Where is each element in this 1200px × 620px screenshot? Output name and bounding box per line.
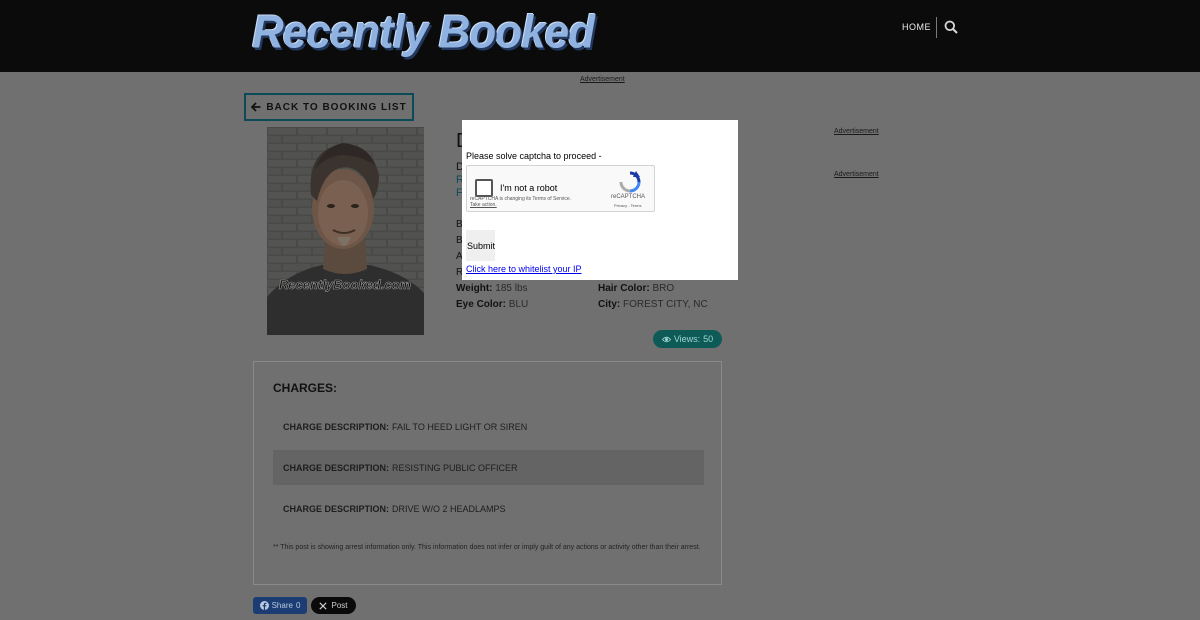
- hair-color-value: BRO: [652, 283, 675, 294]
- eye-color-value: BLU: [508, 299, 529, 310]
- facebook-share-button[interactable]: Share 0: [253, 597, 307, 614]
- city-field: City: FOREST CITY, NC: [598, 299, 708, 310]
- arrow-left-icon: [251, 102, 261, 112]
- mugshot-watermark: RecentlyBooked.com: [279, 277, 412, 292]
- eye-icon: [661, 336, 671, 342]
- x-post-label: Post: [331, 601, 348, 610]
- charges-panel: CHARGES: CHARGE DESCRIPTION: FAIL TO HEE…: [253, 361, 722, 585]
- hair-color-label: Hair Color:: [598, 283, 650, 294]
- charges-title: CHARGES:: [273, 381, 338, 395]
- hair-color-field: Hair Color: BRO: [598, 283, 674, 294]
- site-logo[interactable]: Recently Booked: [252, 7, 595, 60]
- weight-value: 185 lbs: [495, 283, 528, 294]
- charge-row: CHARGE DESCRIPTION: DRIVE W/O 2 HEADLAMP…: [273, 491, 704, 526]
- recaptcha-label: I'm not a robot: [500, 183, 558, 193]
- x-logo-icon: [319, 601, 328, 610]
- views-badge: Views: 50: [653, 330, 722, 348]
- site-header: Recently Booked HOME: [0, 0, 1200, 72]
- recaptcha-brand: reCAPTCHA: [611, 194, 646, 200]
- captcha-modal: Please solve captcha to proceed - I'm no…: [462, 120, 738, 280]
- recaptcha-widget: I'm not a robot reCAPTCHA is changing it…: [466, 165, 655, 212]
- charge-description-label: CHARGE DESCRIPTION:: [283, 421, 390, 432]
- views-label: Views:: [673, 334, 701, 344]
- mugshot-photo: RecentlyBooked.com: [267, 127, 424, 335]
- x-post-button[interactable]: Post: [311, 597, 356, 614]
- charge-description-value: RESISTING PUBLIC OFFICER: [392, 462, 518, 473]
- facebook-share-count: 0: [295, 601, 301, 610]
- facebook-share-label: Share: [271, 601, 293, 610]
- nav-divider: [936, 17, 937, 38]
- eye-color-field: Eye Color: BLU: [456, 299, 528, 310]
- advertisement-label-side-2[interactable]: Advertisement: [834, 171, 879, 178]
- views-count: 50: [703, 334, 714, 344]
- recaptcha-notice: reCAPTCHA is changing its Terms of Servi…: [470, 196, 571, 208]
- search-icon[interactable]: [944, 20, 958, 34]
- back-to-booking-list-button[interactable]: BACK TO BOOKING LIST: [244, 93, 414, 121]
- charge-row: CHARGE DESCRIPTION: RESISTING PUBLIC OFF…: [273, 450, 704, 485]
- captcha-submit-button[interactable]: Submit: [466, 230, 495, 261]
- city-label: City:: [598, 299, 621, 310]
- weight-field: Weight: 185 lbs: [456, 283, 528, 294]
- recaptcha-terms-links[interactable]: Privacy - Terms: [614, 203, 641, 208]
- charge-row: CHARGE DESCRIPTION: FAIL TO HEED LIGHT O…: [273, 409, 704, 444]
- captcha-message: Please solve captcha to proceed -: [466, 151, 602, 161]
- city-value: FOREST CITY, NC: [623, 299, 708, 310]
- recaptcha-logo-icon: [619, 171, 641, 193]
- recaptcha-take-action-link[interactable]: Take action.: [470, 202, 571, 208]
- recaptcha-checkbox[interactable]: [475, 179, 493, 197]
- charge-description-label: CHARGE DESCRIPTION:: [283, 503, 390, 514]
- charge-description-value: DRIVE W/O 2 HEADLAMPS: [392, 503, 506, 514]
- arrest-disclaimer: ** This post is showing arrest informati…: [273, 544, 701, 551]
- charge-description-label: CHARGE DESCRIPTION:: [283, 462, 390, 473]
- back-button-label: BACK TO BOOKING LIST: [266, 101, 407, 113]
- charge-description-value: FAIL TO HEED LIGHT OR SIREN: [392, 421, 528, 432]
- facebook-icon: [259, 601, 269, 610]
- eye-color-label: Eye Color:: [456, 299, 507, 310]
- nav-home-link[interactable]: HOME: [902, 22, 931, 32]
- advertisement-label-side-1[interactable]: Advertisement: [834, 128, 879, 135]
- advertisement-label-top[interactable]: Advertisement: [580, 76, 625, 83]
- weight-label: Weight:: [456, 283, 493, 294]
- whitelist-ip-link[interactable]: Click here to whitelist your IP: [466, 264, 582, 274]
